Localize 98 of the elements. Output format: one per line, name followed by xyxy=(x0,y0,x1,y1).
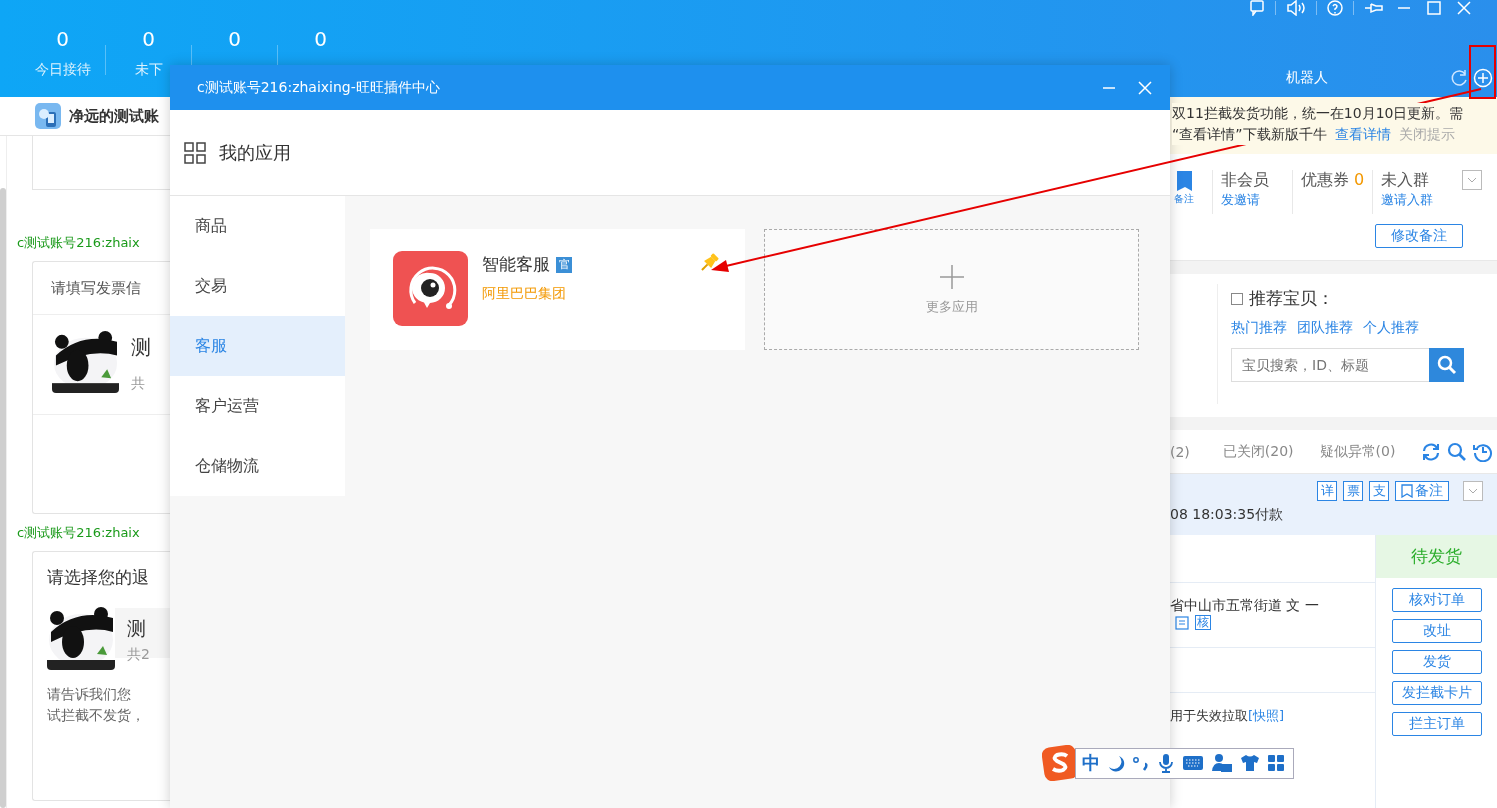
dialog-title: c测试账号216:zhaixing-旺旺插件中心 xyxy=(197,78,440,97)
order-tab[interactable]: 疑似异常(0) xyxy=(1319,442,1396,461)
moon-icon[interactable] xyxy=(1107,754,1125,772)
more-apps-card[interactable]: 更多应用 xyxy=(764,229,1139,350)
edit-note-button[interactable]: 修改备注 xyxy=(1375,224,1463,248)
shirt-icon[interactable] xyxy=(1240,754,1260,772)
order-action-button[interactable]: 改址 xyxy=(1391,619,1482,643)
copy-icon[interactable] xyxy=(1175,615,1189,630)
stat-label: 未下 xyxy=(134,61,163,79)
order-tab[interactable]: 已关闭(20) xyxy=(1222,442,1294,461)
snapshot-text: 用于失效拉取[快照] xyxy=(1170,708,1285,723)
search-field[interactable]: 宝贝搜索，ID、标题 xyxy=(1231,348,1429,382)
item-name: 测 xyxy=(127,616,147,641)
history-icon[interactable] xyxy=(1473,441,1494,462)
keyboard-icon[interactable] xyxy=(1182,755,1204,771)
snapshot-link[interactable]: [快照] xyxy=(1248,708,1285,723)
search-icon xyxy=(1436,355,1457,375)
app-name: 智能客服 xyxy=(482,253,550,276)
flag-icon xyxy=(1174,170,1194,192)
close-icon[interactable] xyxy=(1138,80,1152,95)
plus-icon xyxy=(938,263,965,290)
stat-value: 0 xyxy=(142,27,155,51)
message-text: 请告诉我们您 试拦截不发货， xyxy=(47,685,146,725)
add-circle-icon[interactable] xyxy=(1473,68,1493,88)
order-action-button[interactable]: 发拦截卡片 xyxy=(1391,681,1482,705)
contact-name: 净远的测试账 xyxy=(69,106,159,126)
category-item[interactable]: 客服 xyxy=(170,316,345,376)
category-item[interactable]: 客户运营 xyxy=(170,376,345,436)
order-tag[interactable]: 票 xyxy=(1343,481,1363,501)
dialog-heading: 我的应用 xyxy=(219,140,291,165)
help-icon[interactable] xyxy=(1327,0,1343,16)
paid-time: 08 18:03:35付款 xyxy=(1170,506,1285,524)
note-icon xyxy=(1401,484,1413,498)
refresh-icon[interactable] xyxy=(1421,441,1442,462)
search-icon[interactable] xyxy=(1447,441,1468,462)
card-title: 请选择您的退 xyxy=(47,566,150,589)
microphone-icon[interactable] xyxy=(1157,753,1175,773)
punctuation-icon[interactable] xyxy=(1132,754,1150,772)
more-apps-label: 更多应用 xyxy=(925,297,978,316)
maximize-icon[interactable] xyxy=(1426,0,1442,16)
coupon-count: 优惠券 0 xyxy=(1301,170,1366,191)
details-link[interactable]: 查看详情 xyxy=(1334,126,1391,142)
ime-mode[interactable]: 中 xyxy=(1082,751,1100,775)
grid-icon[interactable] xyxy=(1267,754,1285,772)
app-card[interactable]: 智能客服 官 阿里巴巴集团 xyxy=(370,229,745,350)
refresh-icon[interactable] xyxy=(1449,68,1469,88)
app-logo-icon xyxy=(393,251,468,326)
group-status: 未入群 xyxy=(1381,170,1430,191)
notice-text: 双11拦截发货功能，统一在10月10日更新。需 “查看详情”下载新版千牛 查看详情 关闭提示 xyxy=(1172,103,1464,145)
chat-icon[interactable] xyxy=(1249,0,1265,16)
order-action-button[interactable]: 核对订单 xyxy=(1391,588,1482,612)
recommend-link[interactable]: 团队推荐 xyxy=(1297,319,1353,337)
order-tag[interactable]: 详 xyxy=(1317,481,1337,501)
order-status: 待发货 xyxy=(1376,535,1497,578)
stat-value: 0 xyxy=(314,27,327,51)
note-button[interactable]: 备注 xyxy=(1395,481,1449,501)
chevron-icon xyxy=(1467,177,1477,183)
expand-dropdown[interactable] xyxy=(1463,481,1483,501)
recommend-link[interactable]: 个人推荐 xyxy=(1363,319,1419,337)
group-invite-link[interactable]: 邀请入群 xyxy=(1381,191,1452,209)
sender-name: c测试账号216:zhaix xyxy=(17,524,141,542)
order-action-button[interactable]: 发货 xyxy=(1391,650,1482,674)
highlight-box xyxy=(1469,45,1496,99)
order-tab[interactable]: (2) xyxy=(1170,443,1190,460)
dismiss-link[interactable]: 关闭提示 xyxy=(1398,126,1455,142)
item-meta: 共 xyxy=(131,375,146,393)
speaker-icon[interactable] xyxy=(1286,0,1306,16)
search-button[interactable] xyxy=(1429,348,1464,382)
stat-value: 0 xyxy=(56,27,69,51)
contact-avatar-icon xyxy=(35,103,61,129)
order-action-button[interactable]: 拦主订单 xyxy=(1391,712,1482,736)
user-icon[interactable] xyxy=(1211,753,1233,773)
category-item[interactable]: 商品 xyxy=(170,196,345,256)
stat-label: 今日接待 xyxy=(34,61,91,79)
expand-dropdown[interactable] xyxy=(1462,170,1482,190)
category-item[interactable]: 交易 xyxy=(170,256,345,316)
item-meta: 共2 xyxy=(127,646,151,664)
grid-icon xyxy=(184,141,206,164)
robot-tab[interactable]: 机器人 xyxy=(1286,69,1328,87)
stat-value: 0 xyxy=(228,27,241,51)
recommend-title: 推荐宝贝： xyxy=(1249,287,1334,310)
member-status: 非会员 xyxy=(1221,170,1270,191)
order-tag[interactable]: 支 xyxy=(1369,481,1389,501)
category-item[interactable]: 仓储物流 xyxy=(170,436,345,496)
card-title: 请填写发票信 xyxy=(51,278,141,298)
pin-icon[interactable] xyxy=(1364,0,1384,16)
invite-link[interactable]: 发邀请 xyxy=(1221,191,1292,209)
item-name: 测 xyxy=(131,334,151,361)
sender-name: c测试账号216:zhaix xyxy=(17,234,141,252)
recommend-checkbox[interactable] xyxy=(1231,292,1243,305)
close-icon[interactable] xyxy=(1456,0,1472,16)
app-vendor: 阿里巴巴集团 xyxy=(482,285,567,303)
chevron-icon xyxy=(1468,488,1478,494)
verify-tag[interactable]: 核 xyxy=(1195,615,1211,630)
flag-label: 备注 xyxy=(1174,194,1194,204)
address-text: 省中山市五常街道 文 一 xyxy=(1170,597,1319,613)
official-badge: 官 xyxy=(556,256,572,273)
recommend-link[interactable]: 热门推荐 xyxy=(1231,319,1287,337)
